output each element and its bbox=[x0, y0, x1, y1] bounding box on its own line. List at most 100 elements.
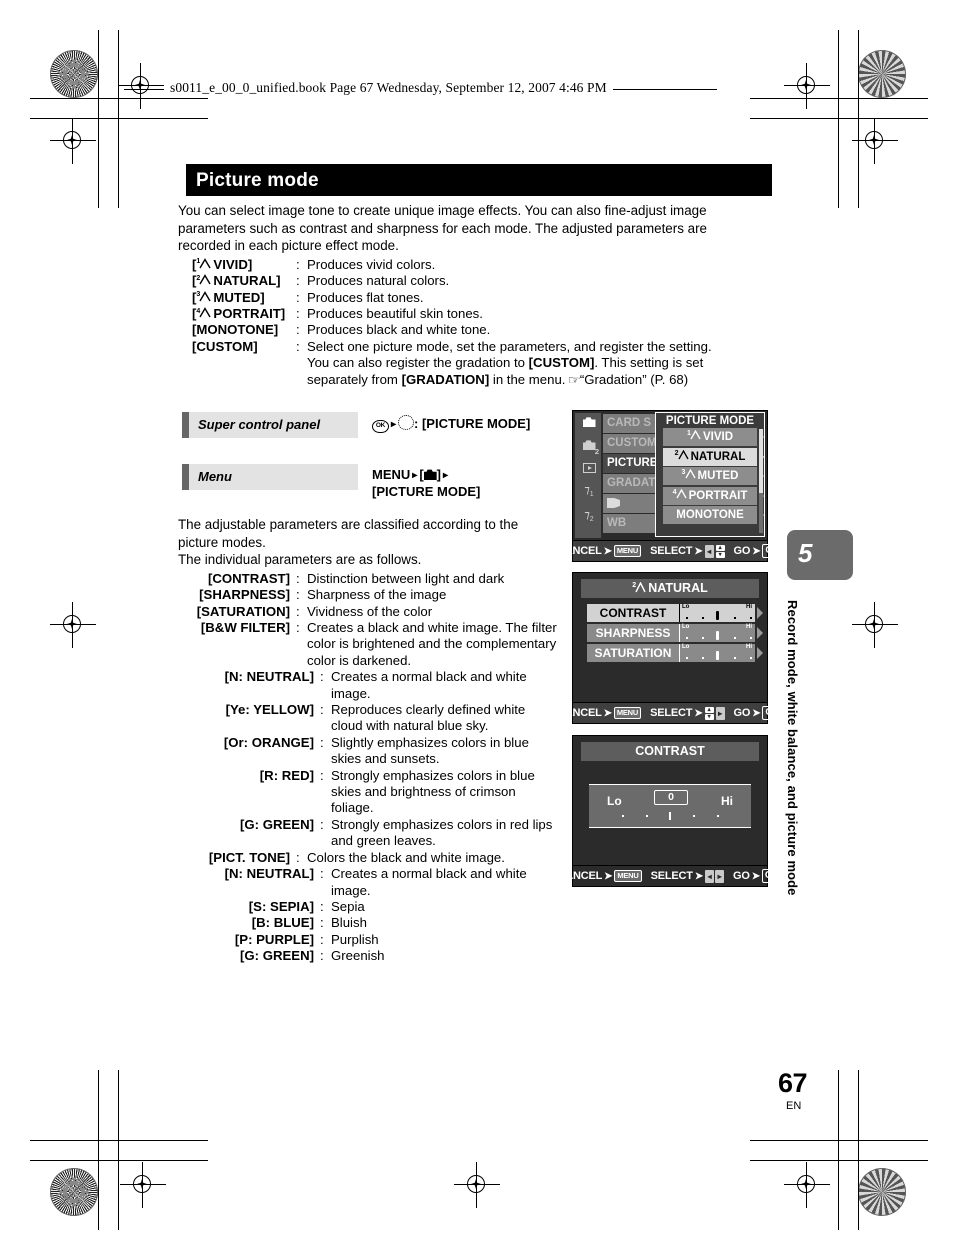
param-slider[interactable]: Lo Hi bbox=[679, 644, 755, 662]
chapter-vertical-title: Record mode, white balance, and picture … bbox=[785, 600, 800, 896]
mountain-icon: 3 bbox=[196, 290, 213, 303]
menu-button-icon[interactable]: MENU bbox=[614, 870, 642, 882]
slider-hi-label: Hi bbox=[746, 644, 752, 650]
crop-mark bbox=[858, 1070, 860, 1230]
screen3-title: CONTRAST bbox=[581, 742, 759, 761]
arrow-pad-ud-icon[interactable]: ▴ ▾ bbox=[704, 706, 714, 720]
mode-entry: [4 PORTRAIT]: Produces beautiful skin tone… bbox=[178, 306, 758, 322]
parameter-desc: Sharpness of the image bbox=[307, 587, 447, 603]
op-value-menu-line2: [PICTURE MODE] bbox=[372, 484, 481, 499]
playback-icon[interactable] bbox=[579, 460, 599, 480]
parameter-entry: [S: SEPIA]: Sepia bbox=[220, 899, 560, 915]
slider-hi-label: Hi bbox=[746, 604, 752, 610]
wrench-1-icon[interactable]: ⁊1 bbox=[579, 483, 599, 503]
param-slider-row[interactable]: CONTRAST Lo Hi bbox=[587, 604, 763, 622]
parameter-desc: Strongly emphasizes colors in red lips a… bbox=[331, 816, 553, 849]
popup-option[interactable]: 2 NATURAL bbox=[663, 447, 764, 466]
parameter-desc: Vividness of the color bbox=[307, 603, 433, 619]
mode-entry: [3 MUTED]: Produces flat tones. bbox=[178, 290, 758, 306]
print-starburst-top-left bbox=[50, 50, 98, 98]
param-name: SATURATION bbox=[594, 646, 672, 660]
page-number: 67 bbox=[778, 1068, 808, 1098]
custom-entry: [CUSTOM] : Select one picture mode, set … bbox=[178, 339, 758, 388]
camera-2-icon[interactable]: 2 bbox=[579, 437, 599, 457]
arrow-right-icon: ▸ bbox=[391, 419, 397, 430]
slider-lo-label: Lo bbox=[682, 604, 690, 610]
wrench-2-icon[interactable]: ⁊2 bbox=[579, 508, 599, 528]
menu-button-icon[interactable]: MENU bbox=[613, 545, 642, 557]
param-slider-row[interactable]: SHARPNESS Lo Hi bbox=[587, 624, 763, 642]
ok-button-icon[interactable]: OK bbox=[762, 544, 784, 558]
arrow-pad-lr-icon[interactable]: ▸ bbox=[715, 706, 725, 720]
mountain-icon: 1 bbox=[196, 257, 213, 270]
mountain-icon: 3 bbox=[682, 469, 698, 480]
parameter-desc: Strongly emphasizes colors in blue skies… bbox=[331, 767, 535, 816]
param-slider-row[interactable]: SATURATION Lo Hi bbox=[587, 644, 763, 662]
mode-desc: Produces beautiful skin tones. bbox=[307, 306, 483, 321]
op-label-super-text: Super control panel bbox=[198, 417, 321, 432]
crop-mark bbox=[838, 30, 840, 208]
screen2-title: 2 NATURAL bbox=[581, 579, 759, 598]
popup-option[interactable]: 4 PORTRAIT bbox=[663, 486, 764, 505]
mountain-icon: 2 bbox=[675, 449, 691, 461]
parameter-term: [B: BLUE] bbox=[251, 915, 314, 931]
slider-knob[interactable] bbox=[715, 631, 719, 640]
arrow-pad-lr-icon[interactable]: ◂ bbox=[704, 544, 714, 558]
parameter-entry: [CONTRAST]: Distinction between light and… bbox=[178, 571, 560, 587]
popup-option[interactable]: 3 MUTED bbox=[663, 467, 764, 485]
file-header-text: s0011_e_00_0_unified.book Page 67 Wednes… bbox=[170, 80, 607, 95]
parameter-entry: [G: GREEN]: Strongly emphasizes colors in… bbox=[220, 817, 560, 850]
contrast-slider[interactable]: Lo Hi 0 bbox=[589, 784, 751, 828]
crop-mark bbox=[858, 30, 860, 208]
slider-lo-label: Lo bbox=[607, 794, 622, 808]
camera-menu-icon bbox=[423, 469, 437, 480]
lcd-footer-bar-3: CANCEL ➤ MENU SELECT ➤ ◂ ▸ GO ➤ OK bbox=[557, 865, 783, 886]
scrollbar[interactable] bbox=[759, 429, 763, 533]
section-title-bar: Picture mode bbox=[186, 164, 772, 196]
popup-title: PICTURE MODE bbox=[665, 415, 755, 427]
slider-knob[interactable] bbox=[715, 651, 719, 660]
param-name: SHARPNESS bbox=[595, 626, 671, 640]
camera-1-icon[interactable] bbox=[579, 414, 599, 434]
popup-option[interactable]: 1 VIVID bbox=[663, 428, 764, 446]
lcd-screen-picture-mode-menu: 2 ⁊1 ⁊2 CARD S CUSTOM PICTURE GRADAT WB PICT… bbox=[557, 410, 784, 562]
popup-option-list: 1 VIVID 2 NATURAL 3 MUTED 4 PORTRAIT MONOTONE bbox=[656, 428, 764, 524]
mid-paragraph-1: The adjustable parameters are classified… bbox=[178, 517, 519, 550]
custom-term: [CUSTOM] bbox=[192, 338, 258, 354]
registration-mark bbox=[852, 118, 898, 164]
op-value-super: OK ▸: [PICTURE MODE] bbox=[372, 415, 530, 433]
param-slider[interactable]: Lo Hi bbox=[679, 624, 755, 642]
parameter-term: [S: SEPIA] bbox=[248, 898, 314, 914]
registration-mark bbox=[852, 602, 898, 648]
op-label-menu-text: Menu bbox=[198, 469, 232, 484]
parameter-desc: Sepia bbox=[331, 898, 365, 914]
slider-lo-label: Lo bbox=[682, 644, 690, 650]
menu-button-icon[interactable]: MENU bbox=[613, 707, 642, 719]
mountain-icon: 4 bbox=[673, 488, 689, 500]
lcd-screen-natural-params: 2 NATURAL CONTRAST Lo Hi SHARPNESS Lo Hi SATURA… bbox=[557, 572, 784, 724]
op-label-super: Super control panel bbox=[182, 412, 358, 438]
print-starburst-top-right bbox=[858, 50, 906, 98]
parameter-entry: [N: NEUTRAL]: Creates a normal black and … bbox=[220, 866, 560, 899]
crop-mark bbox=[98, 1070, 100, 1230]
parameter-term: [R: RED] bbox=[259, 767, 314, 783]
arrow-right-icon: ▸ bbox=[443, 470, 449, 481]
chapter-number: 5 bbox=[798, 538, 813, 568]
popup-option[interactable]: MONOTONE bbox=[663, 506, 764, 524]
ok-button-icon: OK bbox=[372, 420, 389, 433]
op-label-menu: Menu bbox=[182, 464, 358, 490]
mountain-icon: 2 bbox=[196, 274, 213, 286]
arrow-pad-ud-icon[interactable]: ▴ ▾ bbox=[715, 544, 725, 558]
parameter-entry: [B: BLUE]: Bluish bbox=[220, 915, 560, 931]
param-slider[interactable]: Lo Hi bbox=[679, 604, 755, 622]
lcd-footer-bar-1: CANCEL ➤ MENU SELECT ➤ ◂ ▴ ▾ GO ➤ OK bbox=[557, 540, 784, 561]
parameter-desc: Creates a normal black and white image. bbox=[331, 866, 527, 898]
arrow-pad-lr-icon[interactable]: ◂ ▸ bbox=[705, 869, 724, 883]
crop-mark bbox=[118, 30, 120, 208]
mountain-icon: 4 bbox=[196, 307, 213, 319]
print-starburst-bottom-right bbox=[858, 1168, 906, 1216]
mountain-icon: 2 bbox=[632, 582, 648, 593]
parameter-entry: [Ye: YELLOW]: Reproduces clearly defined … bbox=[220, 702, 560, 735]
slider-knob[interactable] bbox=[715, 611, 719, 620]
registration-mark bbox=[784, 1162, 830, 1208]
